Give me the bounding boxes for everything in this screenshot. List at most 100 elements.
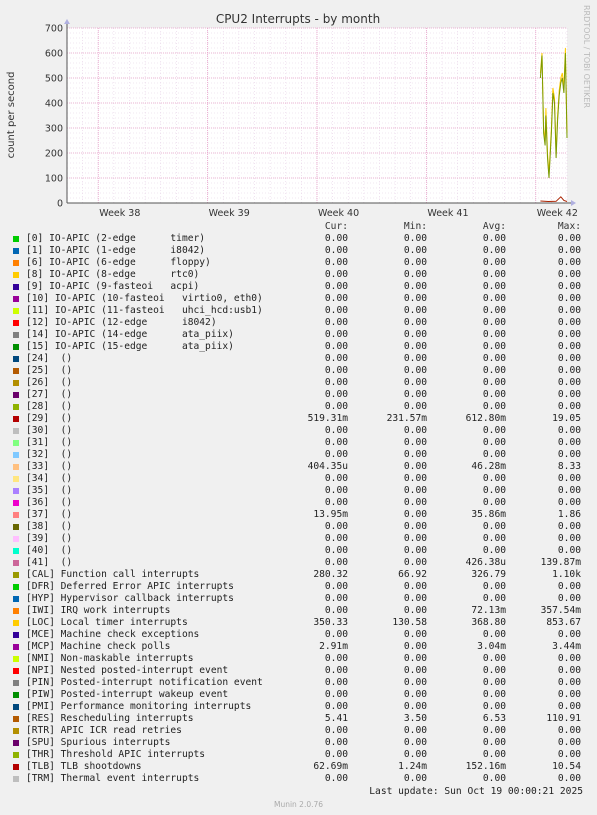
legend-row: [38] () 0.00 0.00 0.00 0.00 [0, 521, 597, 533]
legend-swatch [13, 572, 19, 578]
legend-avg-value: 0.00 [482, 485, 506, 496]
legend-swatch [13, 356, 19, 362]
legend-min-value: 0.00 [403, 653, 427, 664]
legend-cur-value: 0.00 [324, 317, 348, 328]
legend-label: [PIW] Posted-interrupt wakeup event [26, 689, 229, 700]
legend-swatch [13, 704, 19, 710]
y-axis-arrow [64, 19, 70, 24]
legend-min-value: 0.00 [403, 533, 427, 544]
legend-avg-value: 0.00 [482, 365, 506, 376]
y-tick-label: 700 [45, 24, 63, 35]
legend-row: [12] IO-APIC (12-edge i8042) 0.00 0.00 0.00… [0, 317, 597, 329]
legend-min-value: 0.00 [403, 233, 427, 244]
legend-row: [27] () 0.00 0.00 0.00 0.00 [0, 389, 597, 401]
legend-cur-value: 280.32 [313, 569, 348, 580]
legend-min-value: 0.00 [403, 461, 427, 472]
legend-max-value: 0.00 [557, 725, 581, 736]
legend-min-value: 66.92 [398, 569, 427, 580]
legend-max-value: 0.00 [557, 317, 581, 328]
legend-avg-value: 0.00 [482, 689, 506, 700]
legend-min-value: 0.00 [403, 401, 427, 412]
legend-min-value: 0.00 [403, 449, 427, 460]
legend-row: [37] () 13.95m 0.00 35.86m 1.86 [0, 509, 597, 521]
legend-row: [24] () 0.00 0.00 0.00 0.00 [0, 353, 597, 365]
legend-max-value: 0.00 [557, 677, 581, 688]
legend-swatch [13, 620, 19, 626]
legend-max-value: 0.00 [557, 329, 581, 340]
legend-row: [MCE] Machine check exceptions 0.00 0.00 0.… [0, 629, 597, 641]
legend-swatch [13, 644, 19, 650]
x-tick-label: Week 38 [99, 208, 140, 219]
legend-swatch [13, 560, 19, 566]
legend-cur-value: 0.00 [324, 533, 348, 544]
y-tick-label: 100 [45, 174, 63, 185]
legend-cur-value: 0.00 [324, 521, 348, 532]
legend-avg-value: 0.00 [482, 725, 506, 736]
legend-min-value: 0.00 [403, 365, 427, 376]
legend-avg-value: 72.13m [471, 605, 506, 616]
legend-min-value: 0.00 [403, 629, 427, 640]
legend-max-value: 8.33 [557, 461, 581, 472]
legend-avg-value: 0.00 [482, 473, 506, 484]
legend-min-value: 1.24m [398, 761, 427, 772]
legend-avg-value: 0.00 [482, 341, 506, 352]
legend-label: [38] () [26, 521, 73, 532]
legend-row: [28] () 0.00 0.00 0.00 0.00 [0, 401, 597, 413]
last-update: Last update: Sun Oct 19 00:00:21 2025 [369, 786, 583, 797]
header-max: Max: [557, 221, 581, 232]
legend-cur-value: 0.00 [324, 725, 348, 736]
legend-max-value: 0.00 [557, 473, 581, 484]
legend-avg-value: 0.00 [482, 665, 506, 676]
legend-label: [MCE] Machine check exceptions [26, 629, 200, 640]
legend-max-value: 10.54 [552, 761, 581, 772]
legend-row: [40] () 0.00 0.00 0.00 0.00 [0, 545, 597, 557]
legend-avg-value: 0.00 [482, 281, 506, 292]
munin-version: Munin 2.0.76 [273, 800, 324, 809]
header-cur: Cur: [324, 221, 348, 232]
legend-label: [RES] Rescheduling interrupts [26, 713, 194, 724]
legend-label: [32] () [26, 449, 73, 460]
legend-cur-value: 0.00 [324, 557, 348, 568]
legend-min-value: 0.00 [403, 725, 427, 736]
legend-cur-value: 0.00 [324, 377, 348, 388]
legend-label: [15] IO-APIC (15-edge ata_piix) [26, 341, 234, 352]
legend-row: [0] IO-APIC (2-edge timer) 0.00 0.00 0.00 0.… [0, 233, 597, 245]
legend-max-value: 357.54m [540, 605, 581, 616]
legend-label: [14] IO-APIC (14-edge ata_piix) [26, 329, 234, 340]
legend-min-value: 0.00 [403, 677, 427, 688]
legend-avg-value: 35.86m [471, 509, 506, 520]
legend-min-value: 0.00 [403, 269, 427, 280]
legend-avg-value: 0.00 [482, 305, 506, 316]
legend-row: [31] () 0.00 0.00 0.00 0.00 [0, 437, 597, 449]
legend-max-value: 1.86 [557, 509, 581, 520]
legend-table: Cur: Min: Avg: Max: [0] IO-APIC (2-edge … [0, 221, 597, 785]
legend-min-value: 0.00 [403, 281, 427, 292]
legend-min-value: 0.00 [403, 473, 427, 484]
legend-max-value: 0.00 [557, 305, 581, 316]
legend-min-value: 130.58 [392, 617, 427, 628]
legend-swatch [13, 380, 19, 386]
legend-row: [1] IO-APIC (1-edge i8042) 0.00 0.00 0.00 0.… [0, 245, 597, 257]
legend-swatch [13, 260, 19, 266]
legend-max-value: 0.00 [557, 653, 581, 664]
legend-cur-value: 0.00 [324, 341, 348, 352]
legend-avg-value: 0.00 [482, 581, 506, 592]
legend-row: [6] IO-APIC (6-edge floppy) 0.00 0.00 0.00 0… [0, 257, 597, 269]
y-tick-label: 200 [45, 149, 63, 160]
legend-swatch [13, 692, 19, 698]
legend-avg-value: 0.00 [482, 317, 506, 328]
legend-max-value: 0.00 [557, 257, 581, 268]
legend-cur-value: 0.00 [324, 473, 348, 484]
legend-row: [26] () 0.00 0.00 0.00 0.00 [0, 377, 597, 389]
legend-avg-value: 0.00 [482, 749, 506, 760]
legend-swatch [13, 344, 19, 350]
legend-min-value: 0.00 [403, 329, 427, 340]
legend-cur-value: 519.31m [307, 413, 348, 424]
y-tick-label: 300 [45, 124, 63, 135]
legend-cur-value: 0.00 [324, 773, 348, 784]
legend-label: [CAL] Function call interrupts [26, 569, 200, 580]
legend-cur-value: 0.00 [324, 689, 348, 700]
legend-cur-value: 0.00 [324, 365, 348, 376]
legend-cur-value: 0.00 [324, 485, 348, 496]
legend-swatch [13, 416, 19, 422]
